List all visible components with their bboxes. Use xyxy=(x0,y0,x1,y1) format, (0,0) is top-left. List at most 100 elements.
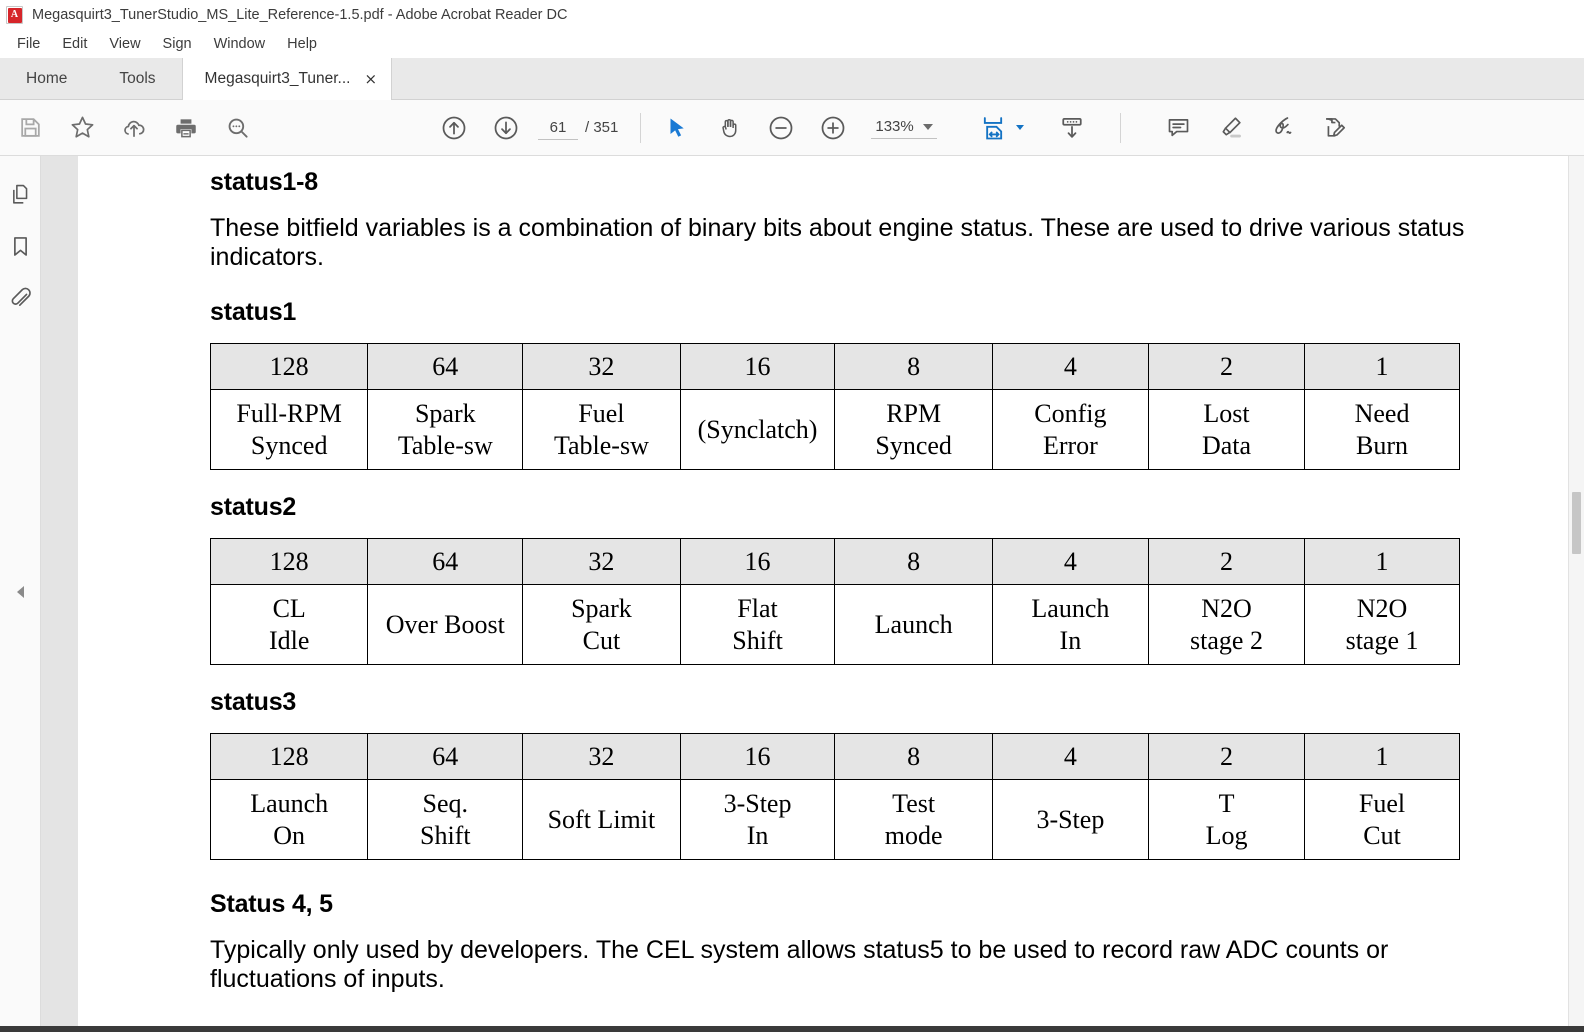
heading-status1-8: status1-8 xyxy=(210,168,318,196)
page-thumbnails-icon[interactable] xyxy=(2,176,38,212)
bit-header-cell: 4 xyxy=(991,733,1149,780)
menu-item-view[interactable]: View xyxy=(98,34,151,54)
bit-label-cell: Full-RPM Synced xyxy=(209,389,369,470)
navigation-pane xyxy=(0,156,41,1032)
bit-label-cell: Test mode xyxy=(834,779,993,860)
arrow-down-circle-icon[interactable] xyxy=(480,107,532,149)
bit-label-cell: N2O stage 1 xyxy=(1304,584,1460,665)
bit-header-cell: 2 xyxy=(1147,538,1306,585)
bit-header-cell: 8 xyxy=(834,343,993,390)
bit-header-cell: 32 xyxy=(522,343,681,390)
pdf-document-icon xyxy=(6,6,23,24)
vertical-scrollbar[interactable] xyxy=(1568,156,1584,1032)
tab-document[interactable]: Megasquirt3_Tuner... × xyxy=(181,58,393,100)
page-gutter xyxy=(41,156,78,1032)
cursor-arrow-icon[interactable] xyxy=(651,107,703,149)
bit-label-cell: Spark Table-sw xyxy=(367,389,524,470)
search-icon[interactable] xyxy=(212,107,264,149)
paragraph-status-intro: These bitfield variables is a combinatio… xyxy=(210,214,1465,271)
fit-page-icon[interactable] xyxy=(973,107,1013,149)
attachments-icon[interactable] xyxy=(2,280,38,316)
main-toolbar: / 351 133% xyxy=(0,100,1584,156)
hand-icon[interactable] xyxy=(703,107,755,149)
page-scroll-icon[interactable] xyxy=(1046,107,1098,149)
chevron-down-icon[interactable] xyxy=(922,123,933,130)
bit-header-cell: 4 xyxy=(991,538,1149,585)
bit-label-cell: Lost Data xyxy=(1147,389,1306,470)
heading-status2: status2 xyxy=(210,493,297,521)
tab-document-label: Megasquirt3_Tuner... xyxy=(204,70,351,87)
paragraph-status45: Typically only used by developers. The C… xyxy=(210,936,1389,993)
table-row: Full-RPM Synced Spark Table-sw Fuel Table-s… xyxy=(209,389,1460,470)
bit-label-cell: Flat Shift xyxy=(679,584,836,665)
vertical-scrollbar-thumb[interactable] xyxy=(1572,492,1581,554)
bit-label-cell: Fuel Table-sw xyxy=(522,389,681,470)
menu-item-sign[interactable]: Sign xyxy=(152,34,203,54)
bit-header-cell: 1 xyxy=(1304,733,1460,780)
page-number-box: / 351 xyxy=(538,115,618,140)
menu-item-help[interactable]: Help xyxy=(276,34,328,54)
bit-header-cell: 2 xyxy=(1147,733,1306,780)
save-icon[interactable] xyxy=(4,107,56,149)
fit-page-chevron-down-icon[interactable] xyxy=(1015,125,1024,130)
tab-home[interactable]: Home xyxy=(0,58,94,100)
bit-header-cell: 64 xyxy=(367,538,524,585)
comment-icon[interactable] xyxy=(1153,107,1205,149)
heading-status3: status3 xyxy=(210,688,297,716)
bit-label-cell: Spark Cut xyxy=(522,584,681,665)
bit-header-cell: 16 xyxy=(679,343,836,390)
arrow-up-circle-icon[interactable] xyxy=(428,107,480,149)
main-content-area: status indicators. status1-8 These bitfi… xyxy=(0,156,1584,1032)
zoom-level-value: 133% xyxy=(875,118,914,135)
bit-label-cell: Over Boost xyxy=(367,584,524,665)
toolbar-divider-2 xyxy=(1119,112,1121,143)
window-title-bar: Megasquirt3_TunerStudio_MS_Lite_Referenc… xyxy=(0,0,1584,30)
bit-header-cell: 8 xyxy=(834,538,993,585)
bit-label-cell: (Synclatch) xyxy=(679,389,836,470)
bit-header-cell: 8 xyxy=(834,733,993,780)
bit-header-cell: 128 xyxy=(209,538,369,585)
bottom-edge-bar xyxy=(0,1026,1584,1032)
heading-status45: Status 4, 5 xyxy=(210,890,333,918)
menu-bar: File Edit View Sign Window Help xyxy=(0,30,1584,58)
menu-item-file[interactable]: File xyxy=(6,34,51,54)
menu-item-edit[interactable]: Edit xyxy=(51,34,98,54)
bookmarks-icon[interactable] xyxy=(2,228,38,264)
cloud-upload-icon[interactable] xyxy=(108,107,160,149)
table-row: 128 64 32 16 8 4 2 1 xyxy=(209,343,1460,390)
plus-circle-icon[interactable] xyxy=(807,107,859,149)
bit-header-cell: 1 xyxy=(1304,538,1460,585)
bit-header-cell: 128 xyxy=(209,733,369,780)
table-status2: 128 64 32 16 8 4 2 1 CL Idle Over Boost S… xyxy=(209,538,1460,665)
page-number-input[interactable] xyxy=(538,115,578,140)
print-icon[interactable] xyxy=(160,107,212,149)
bit-header-cell: 1 xyxy=(1304,343,1460,390)
tab-tools[interactable]: Tools xyxy=(93,58,182,100)
bit-label-cell: CL Idle xyxy=(209,584,369,665)
toolbar-fit-group xyxy=(973,107,1098,149)
pdf-page-view[interactable]: status indicators. status1-8 These bitfi… xyxy=(78,156,1584,1032)
chevron-left-icon[interactable] xyxy=(13,581,27,603)
bit-label-cell: T Log xyxy=(1147,779,1306,860)
menu-item-window[interactable]: Window xyxy=(203,34,277,54)
bit-label-cell: 3-Step xyxy=(991,779,1149,860)
minus-circle-icon[interactable] xyxy=(755,107,807,149)
sign-icon[interactable] xyxy=(1257,107,1309,149)
highlight-icon[interactable] xyxy=(1205,107,1257,149)
tab-strip: Home Tools Megasquirt3_Tuner... × xyxy=(0,58,1584,100)
fill-and-sign-icon[interactable] xyxy=(1309,107,1361,149)
toolbar-view-group: 133% xyxy=(651,107,937,149)
bit-header-cell: 4 xyxy=(991,343,1149,390)
heading-status1: status1 xyxy=(210,298,297,326)
toolbar-annotate-group xyxy=(1153,107,1361,149)
table-row: Launch On Seq. Shift Soft Limit 3-Step In T… xyxy=(209,779,1460,860)
toolbar-page-group: / 351 xyxy=(428,107,618,149)
table-status1: 128 64 32 16 8 4 2 1 Full-RPM Synced Spar… xyxy=(209,343,1460,470)
zoom-level-selector[interactable]: 133% xyxy=(871,116,937,139)
close-icon[interactable]: × xyxy=(364,71,377,87)
bit-header-cell: 32 xyxy=(522,538,681,585)
bit-header-cell: 64 xyxy=(367,733,524,780)
bit-label-cell: RPM Synced xyxy=(834,389,993,470)
star-icon[interactable] xyxy=(56,107,108,149)
bit-label-cell: Launch In xyxy=(991,584,1149,665)
